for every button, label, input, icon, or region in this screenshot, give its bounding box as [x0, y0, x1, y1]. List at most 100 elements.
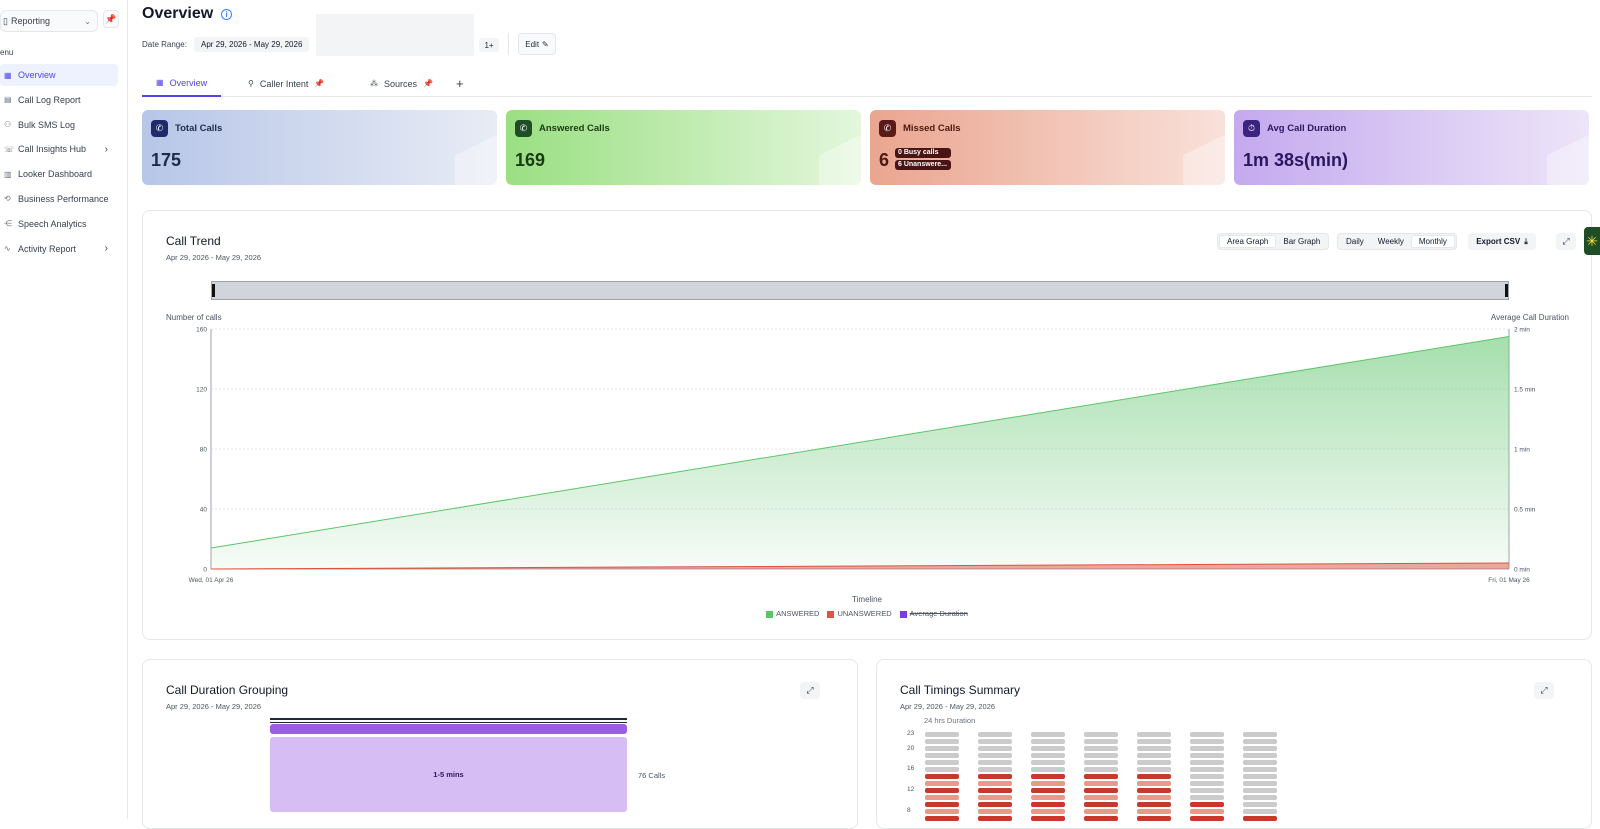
pin-icon[interactable]: 📌: [314, 79, 324, 88]
timing-cell[interactable]: [1243, 746, 1277, 751]
timing-cell[interactable]: [1190, 816, 1224, 821]
timing-cell[interactable]: [1084, 760, 1118, 765]
timing-cell[interactable]: [1137, 739, 1171, 744]
kpi-avg-call-duration[interactable]: ⏱ Avg Call Duration 1m 38s(min): [1234, 110, 1589, 185]
timing-cell[interactable]: [925, 816, 959, 821]
expand-button[interactable]: ⤢: [1556, 233, 1576, 250]
timing-cell[interactable]: [1137, 753, 1171, 758]
timing-cell[interactable]: [978, 781, 1012, 786]
tab-overview[interactable]: ▦ Overview: [142, 70, 221, 97]
timing-cell[interactable]: [1084, 816, 1118, 821]
timing-cell[interactable]: [1031, 774, 1065, 779]
timing-cell[interactable]: [1031, 816, 1065, 821]
timing-cell[interactable]: [978, 753, 1012, 758]
timing-cell[interactable]: [1031, 767, 1065, 772]
timing-cell[interactable]: [978, 746, 1012, 751]
timing-cell[interactable]: [1190, 781, 1224, 786]
duration-segment-1-5-mins[interactable]: 1-5 mins: [270, 737, 627, 812]
timing-cell[interactable]: [925, 774, 959, 779]
pin-sidebar-button[interactable]: 📌: [103, 10, 119, 28]
kpi-total-calls[interactable]: ✆ Total Calls 175: [142, 110, 497, 185]
timing-cell[interactable]: [925, 809, 959, 814]
timing-cell[interactable]: [1190, 788, 1224, 793]
timing-cell[interactable]: [1137, 788, 1171, 793]
edit-button[interactable]: Edit ✎: [518, 33, 556, 55]
sidebar-item-business-performance[interactable]: ⟲ Business Performance: [0, 188, 118, 210]
sidebar-item-call-log-report[interactable]: ▤ Call Log Report: [0, 89, 118, 111]
timing-cell[interactable]: [1243, 767, 1277, 772]
timing-cell[interactable]: [925, 746, 959, 751]
timing-cell[interactable]: [1243, 781, 1277, 786]
timing-cell[interactable]: [1084, 774, 1118, 779]
timing-cell[interactable]: [1243, 753, 1277, 758]
timing-cell[interactable]: [1190, 809, 1224, 814]
timing-cell[interactable]: [1137, 816, 1171, 821]
timing-cell[interactable]: [925, 767, 959, 772]
legend-unanswered[interactable]: UNANSWERED: [827, 609, 892, 618]
date-range-picker[interactable]: Apr 29, 2026 - May 29, 2026: [194, 37, 310, 52]
timing-cell[interactable]: [1137, 795, 1171, 800]
timing-cell[interactable]: [1084, 795, 1118, 800]
timing-cell[interactable]: [925, 795, 959, 800]
timing-cell[interactable]: [978, 788, 1012, 793]
timing-cell[interactable]: [1190, 774, 1224, 779]
timing-cell[interactable]: [1084, 746, 1118, 751]
timing-cell[interactable]: [1243, 739, 1277, 744]
timing-cell[interactable]: [1031, 760, 1065, 765]
timing-cell[interactable]: [1084, 732, 1118, 737]
weekly-option[interactable]: Weekly: [1371, 235, 1411, 248]
timing-cell[interactable]: [1084, 809, 1118, 814]
timing-cell[interactable]: [1243, 809, 1277, 814]
timing-cell[interactable]: [1031, 795, 1065, 800]
export-csv-button[interactable]: Export CSV ⤓: [1468, 233, 1536, 250]
monthly-option[interactable]: Monthly: [1410, 235, 1455, 248]
timing-cell[interactable]: [1190, 767, 1224, 772]
timing-cell[interactable]: [1243, 732, 1277, 737]
timing-cell[interactable]: [1137, 760, 1171, 765]
timing-cell[interactable]: [925, 781, 959, 786]
timing-cell[interactable]: [1031, 753, 1065, 758]
timing-cell[interactable]: [1137, 767, 1171, 772]
timing-cell[interactable]: [1243, 802, 1277, 807]
timing-cell[interactable]: [925, 732, 959, 737]
kpi-answered-calls[interactable]: ✆ Answered Calls 169: [506, 110, 861, 185]
range-slider[interactable]: [211, 281, 1509, 300]
timing-cell[interactable]: [1137, 802, 1171, 807]
info-icon[interactable]: i: [221, 8, 233, 20]
timing-cell[interactable]: [978, 760, 1012, 765]
timing-cell[interactable]: [1190, 795, 1224, 800]
timing-cell[interactable]: [925, 760, 959, 765]
timing-cell[interactable]: [1031, 802, 1065, 807]
area-graph-option[interactable]: Area Graph: [1219, 235, 1277, 248]
sidebar-item-call-insights-hub[interactable]: ☏ Call Insights Hub ›: [0, 138, 118, 160]
timing-cell[interactable]: [1084, 753, 1118, 758]
timing-cell[interactable]: [1031, 788, 1065, 793]
tab-sources[interactable]: ⁂ Sources 📌: [356, 70, 447, 97]
timing-cell[interactable]: [1031, 781, 1065, 786]
timing-cell[interactable]: [1137, 781, 1171, 786]
timing-cell[interactable]: [978, 809, 1012, 814]
timing-cell[interactable]: [1084, 767, 1118, 772]
timing-cell[interactable]: [1031, 809, 1065, 814]
bar-graph-option[interactable]: Bar Graph: [1276, 235, 1327, 248]
timing-cell[interactable]: [1084, 739, 1118, 744]
timing-cell[interactable]: [1031, 746, 1065, 751]
timing-cell[interactable]: [978, 739, 1012, 744]
timing-cell[interactable]: [1243, 795, 1277, 800]
timing-cell[interactable]: [1243, 816, 1277, 821]
timing-cell[interactable]: [1137, 746, 1171, 751]
timing-cell[interactable]: [1243, 760, 1277, 765]
more-filters-badge[interactable]: 1+: [479, 38, 499, 52]
workspace-selector[interactable]: ▯ Reporting ⌄: [0, 10, 98, 32]
tab-caller-intent[interactable]: ⚲ Caller Intent 📌: [234, 70, 338, 97]
sidebar-item-overview[interactable]: ▦ Overview: [0, 64, 118, 86]
timing-cell[interactable]: [1031, 732, 1065, 737]
timing-cell[interactable]: [925, 753, 959, 758]
sidebar-item-speech-analytics[interactable]: ⋲ Speech Analytics: [0, 213, 118, 235]
timing-cell[interactable]: [1190, 732, 1224, 737]
assistant-widget-icon[interactable]: ✳: [1584, 227, 1600, 255]
timing-cell[interactable]: [1190, 739, 1224, 744]
timing-cell[interactable]: [1190, 802, 1224, 807]
daily-option[interactable]: Daily: [1339, 235, 1371, 248]
timing-cell[interactable]: [978, 732, 1012, 737]
